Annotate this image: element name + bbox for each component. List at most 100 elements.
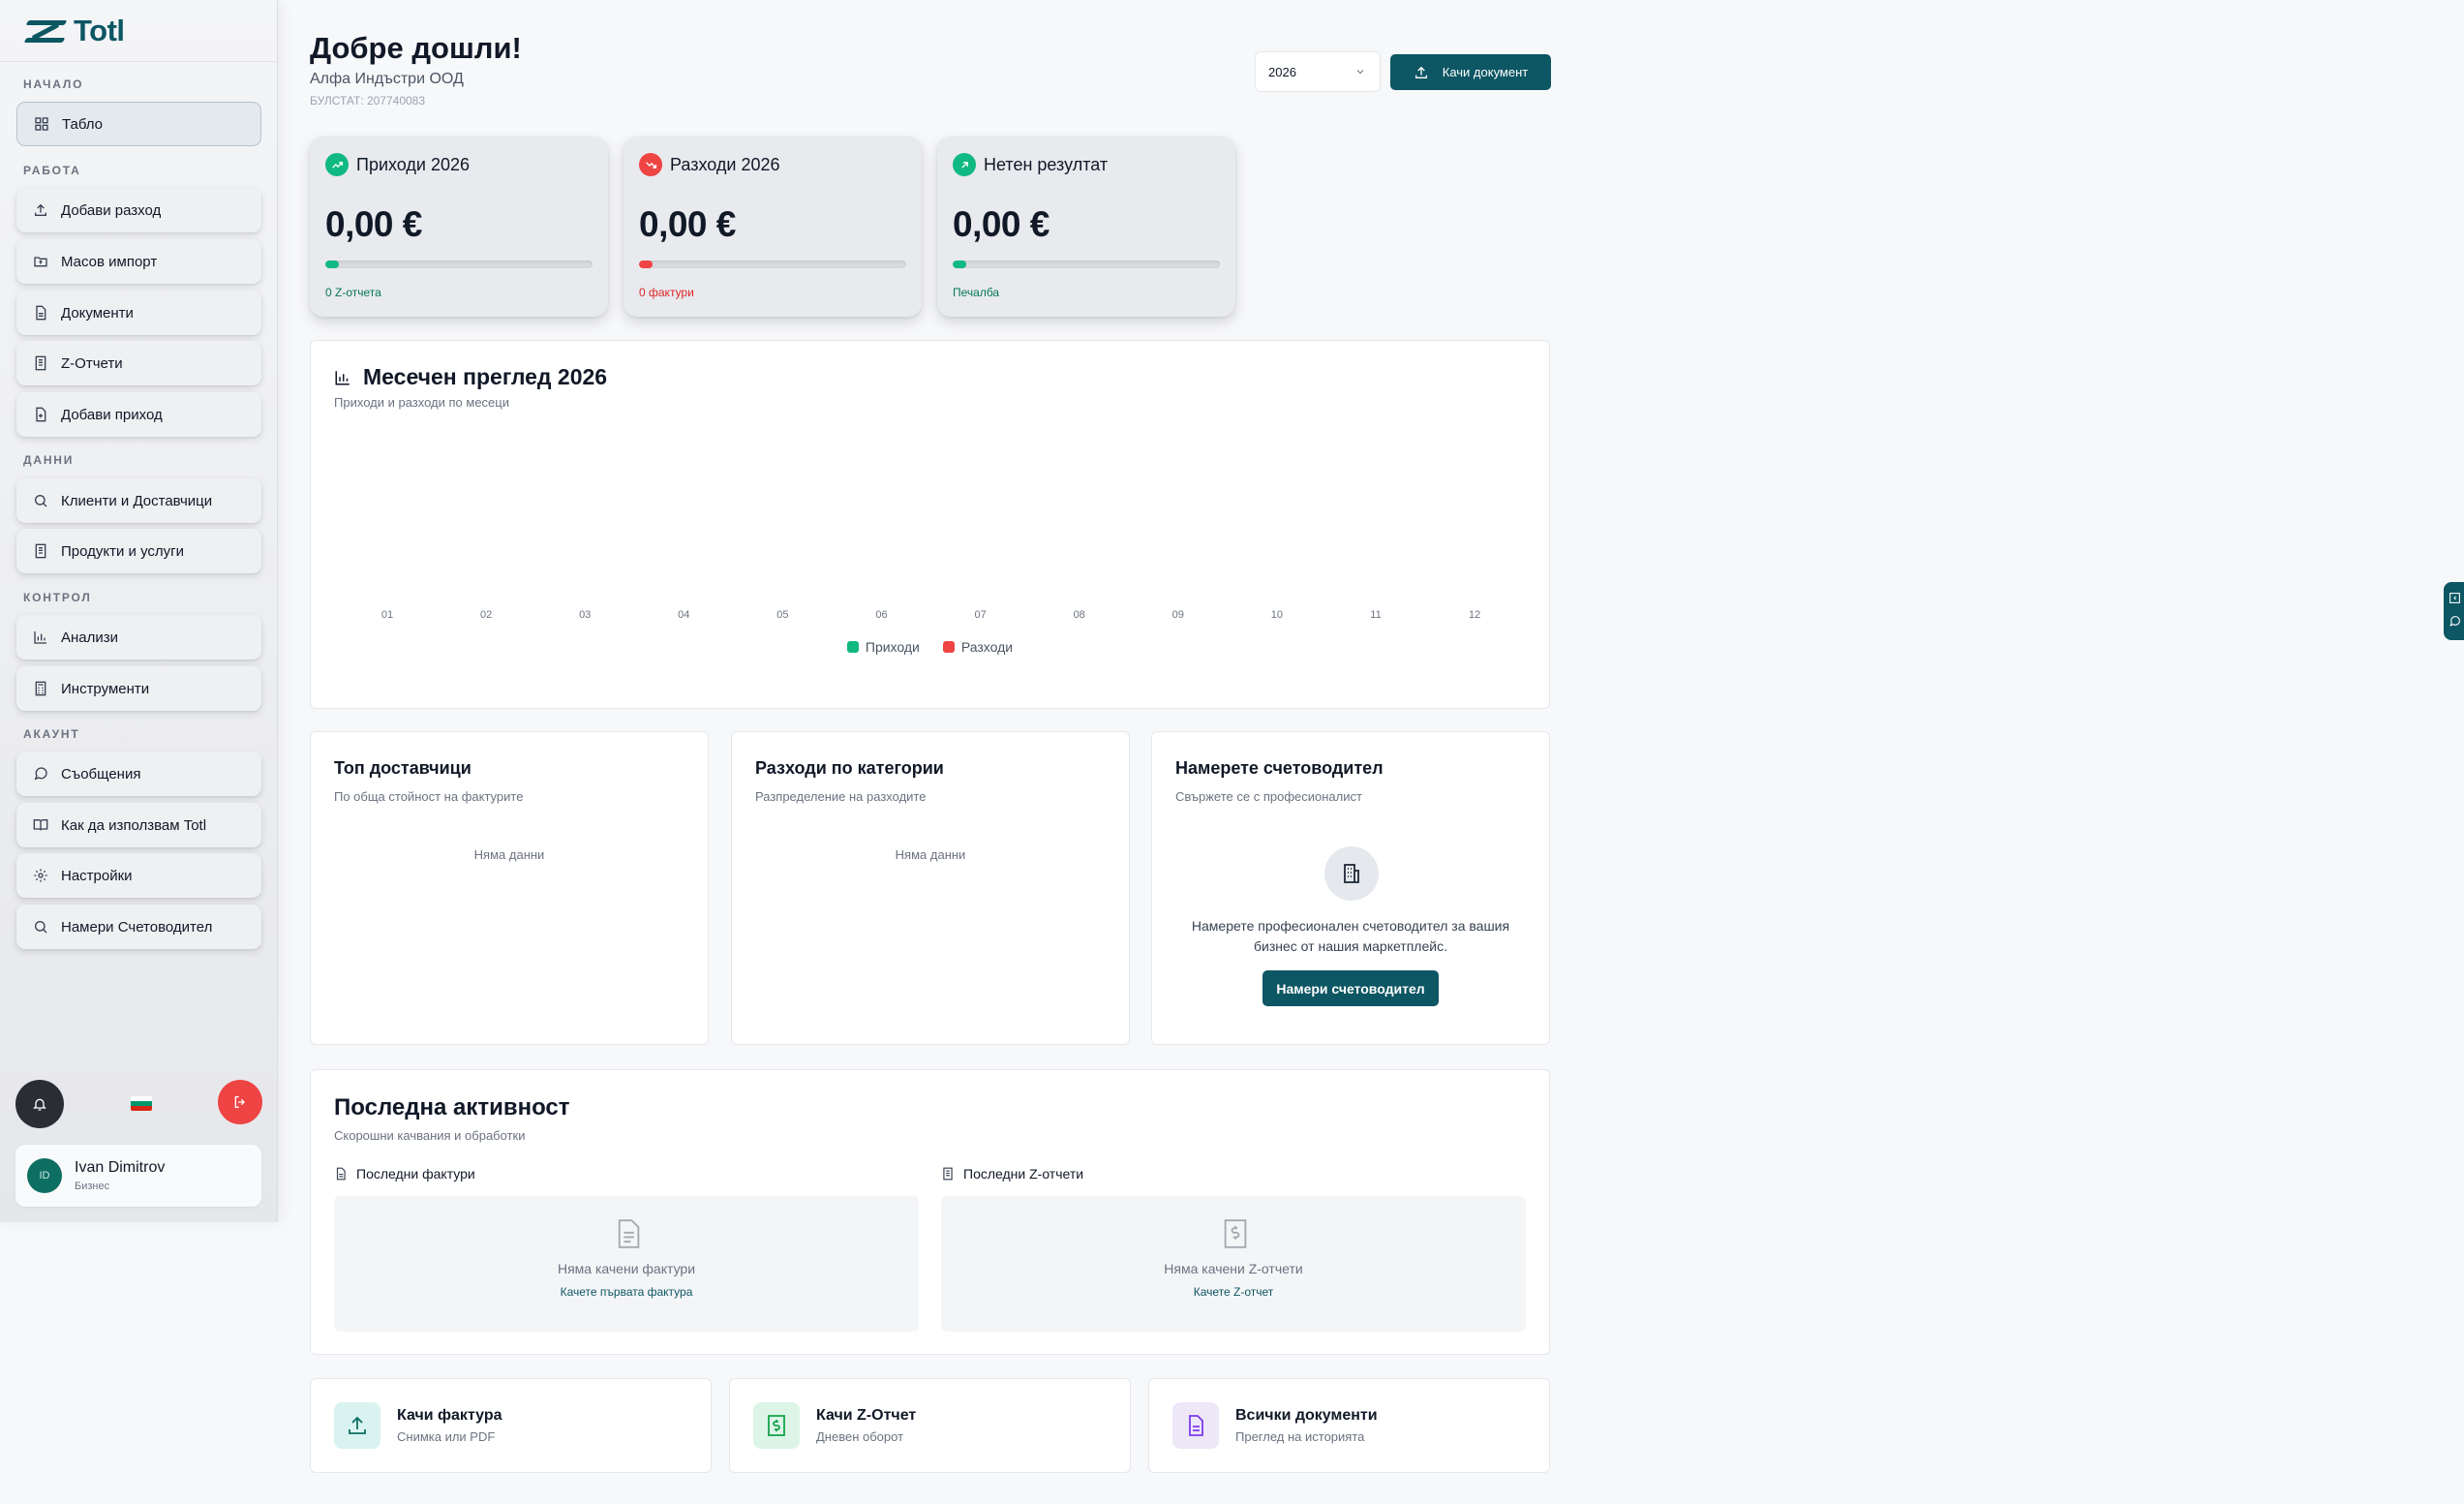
quick-action-subtitle: Преглед на историята — [1235, 1429, 1365, 1444]
sidebar-item-label: Клиенти и Доставчици — [61, 492, 213, 509]
user-card[interactable]: ID Ivan Dimitrov Бизнес — [15, 1145, 261, 1207]
sidebar-item-messages[interactable]: Съобщения — [16, 752, 261, 796]
document-icon — [618, 1219, 640, 1248]
language-flag-button[interactable] — [131, 1096, 152, 1111]
upload-first-invoice-link[interactable]: Качете първата фактура — [334, 1285, 919, 1299]
upload-icon — [1415, 66, 1427, 78]
accountant-description: Намерете професионален счетоводител за в… — [1191, 918, 1510, 954]
search-icon — [33, 493, 48, 508]
chart-title: Месечен преглед 2026 — [363, 364, 608, 389]
quick-upload-zreport[interactable]: Качи Z-Отчет Дневен оборот — [729, 1378, 1131, 1473]
bar-chart-icon — [33, 629, 48, 645]
sidebar-item-label: Документи — [61, 304, 134, 322]
arrow-up-right-icon — [953, 153, 976, 176]
stat-value: 0,00 € — [953, 204, 1049, 244]
quick-all-documents[interactable]: Всички документи Преглед на историята — [1148, 1378, 1550, 1473]
receipt-dollar-icon — [1224, 1219, 1247, 1248]
dashboard-icon — [34, 116, 49, 132]
section-label-control: КОНТРОЛ — [23, 591, 92, 604]
expense-categories-panel: Разходи по категории Разпределение на ра… — [731, 731, 1130, 1045]
progress-bar — [953, 261, 1220, 268]
sidebar-item-documents[interactable]: Документи — [16, 291, 261, 335]
stat-title: Нетен резултат — [984, 154, 1109, 174]
top-suppliers-panel: Топ доставчици По обща стойност на факту… — [310, 731, 709, 1045]
upload-document-button[interactable]: Качи документ — [1390, 54, 1551, 90]
year-select-value: 2026 — [1268, 64, 1296, 79]
quick-action-subtitle: Снимка или PDF — [397, 1429, 496, 1444]
stat-value: 0,00 € — [639, 204, 736, 244]
recent-invoices-heading: Последни фактури — [334, 1166, 475, 1182]
document-plus-icon — [33, 407, 48, 422]
quick-action-title: Качи фактура — [397, 1407, 502, 1424]
receipt-dollar-icon — [753, 1402, 800, 1449]
legend-item-expense[interactable]: Разходи — [942, 639, 1013, 655]
logout-icon — [234, 1096, 245, 1108]
page-title: Добре дошли! — [310, 31, 522, 65]
side-feedback-tab[interactable] — [2444, 582, 2464, 640]
receipt-icon — [943, 1167, 953, 1181]
quick-action-subtitle: Дневен оборот — [816, 1429, 904, 1444]
invoices-empty-box: Няма качени фактури Качете първата факту… — [334, 1196, 919, 1332]
search-icon — [33, 919, 48, 935]
panel-subtitle: По обща стойност на фактурите — [334, 789, 524, 804]
progress-bar — [639, 261, 906, 268]
sidebar-item-tools[interactable]: Инструменти — [16, 666, 261, 711]
document-icon — [336, 1167, 346, 1181]
sidebar-item-label: Z-Отчети — [61, 354, 123, 372]
company-name: Алфа Индъстри ООД — [310, 71, 464, 87]
quick-upload-invoice[interactable]: Качи фактура Снимка или PDF — [310, 1378, 712, 1473]
sidebar-item-label: Инструменти — [61, 680, 150, 697]
sidebar-item-bulk-import[interactable]: Масов импорт — [16, 239, 261, 284]
message-icon — [33, 766, 48, 782]
bulstat: БУЛСТАТ: 207740083 — [310, 94, 426, 107]
stat-value: 0,00 € — [325, 204, 422, 244]
monthly-overview-chart: Месечен преглед 2026 Приходи и разходи п… — [310, 340, 1550, 709]
quick-action-title: Качи Z-Отчет — [816, 1407, 917, 1424]
sidebar: Totl НАЧАЛО Табло РАБОТА Добави разход М… — [0, 0, 278, 1222]
legend-item-income[interactable]: Приходи — [846, 639, 920, 655]
sidebar-item-label: Как да използвам Totl — [61, 816, 207, 834]
logo[interactable]: Totl — [0, 0, 277, 62]
find-accountant-button[interactable]: Намери счетоводител — [1262, 970, 1439, 1006]
sidebar-item-settings[interactable]: Настройки — [16, 853, 261, 898]
year-select[interactable]: 2026 — [1255, 51, 1381, 92]
bar-chart-icon — [335, 370, 350, 384]
x-tick-label: 08 — [1073, 609, 1085, 621]
collapse-panel-icon — [2449, 593, 2460, 603]
sidebar-item-how-to[interactable]: Как да използвам Totl — [16, 803, 261, 847]
document-icon — [1172, 1402, 1219, 1449]
sidebar-item-analytics[interactable]: Анализи — [16, 615, 261, 660]
x-tick-label: 12 — [1468, 609, 1481, 621]
folder-icon — [33, 254, 48, 269]
sidebar-item-label: Масов импорт — [61, 253, 158, 270]
panel-subtitle: Разпределение на разходите — [755, 789, 927, 804]
upload-zreport-link[interactable]: Качете Z-отчет — [941, 1285, 1526, 1299]
sidebar-item-find-accountant[interactable]: Намери Счетоводител — [16, 905, 261, 949]
notifications-button[interactable] — [15, 1080, 64, 1128]
sidebar-item-add-income[interactable]: Добави приход — [16, 392, 261, 437]
sidebar-item-label: Добави разход — [61, 201, 162, 219]
sidebar-item-label: Настройки — [61, 867, 133, 884]
panel-title: Намерете счетоводител — [1175, 758, 1384, 778]
sidebar-item-dashboard[interactable]: Табло — [16, 102, 261, 146]
income-stat-card[interactable]: Приходи 2026 0,00 € 0 Z-отчета — [310, 137, 608, 317]
recent-zreports-heading: Последни Z-отчети — [941, 1166, 1083, 1182]
net-result-stat-card[interactable]: Нетен резултат 0,00 € Печалба — [937, 137, 1235, 317]
sidebar-item-products[interactable]: Продукти и услуги — [16, 529, 261, 573]
receipt-icon — [33, 543, 48, 559]
sidebar-item-clients[interactable]: Клиенти и Доставчици — [16, 478, 261, 523]
x-tick-label: 04 — [678, 609, 690, 621]
stat-title: Разходи 2026 — [670, 154, 780, 174]
x-tick-label: 03 — [579, 609, 592, 621]
panel-title: Топ доставчици — [334, 758, 472, 778]
sidebar-item-label: Табло — [62, 115, 104, 133]
empty-state: Няма качени Z-отчети — [1164, 1261, 1303, 1276]
sidebar-item-label: Съобщения — [61, 765, 141, 783]
empty-state: Няма качени фактури — [557, 1261, 696, 1276]
sidebar-item-add-expense[interactable]: Добави разход — [16, 188, 261, 232]
logout-button[interactable] — [218, 1080, 262, 1124]
sidebar-item-z-reports[interactable]: Z-Отчети — [16, 341, 261, 385]
expense-stat-card[interactable]: Разходи 2026 0,00 € 0 фактури — [624, 137, 922, 317]
trend-down-icon — [639, 153, 662, 176]
empty-state: Няма данни — [473, 847, 545, 862]
